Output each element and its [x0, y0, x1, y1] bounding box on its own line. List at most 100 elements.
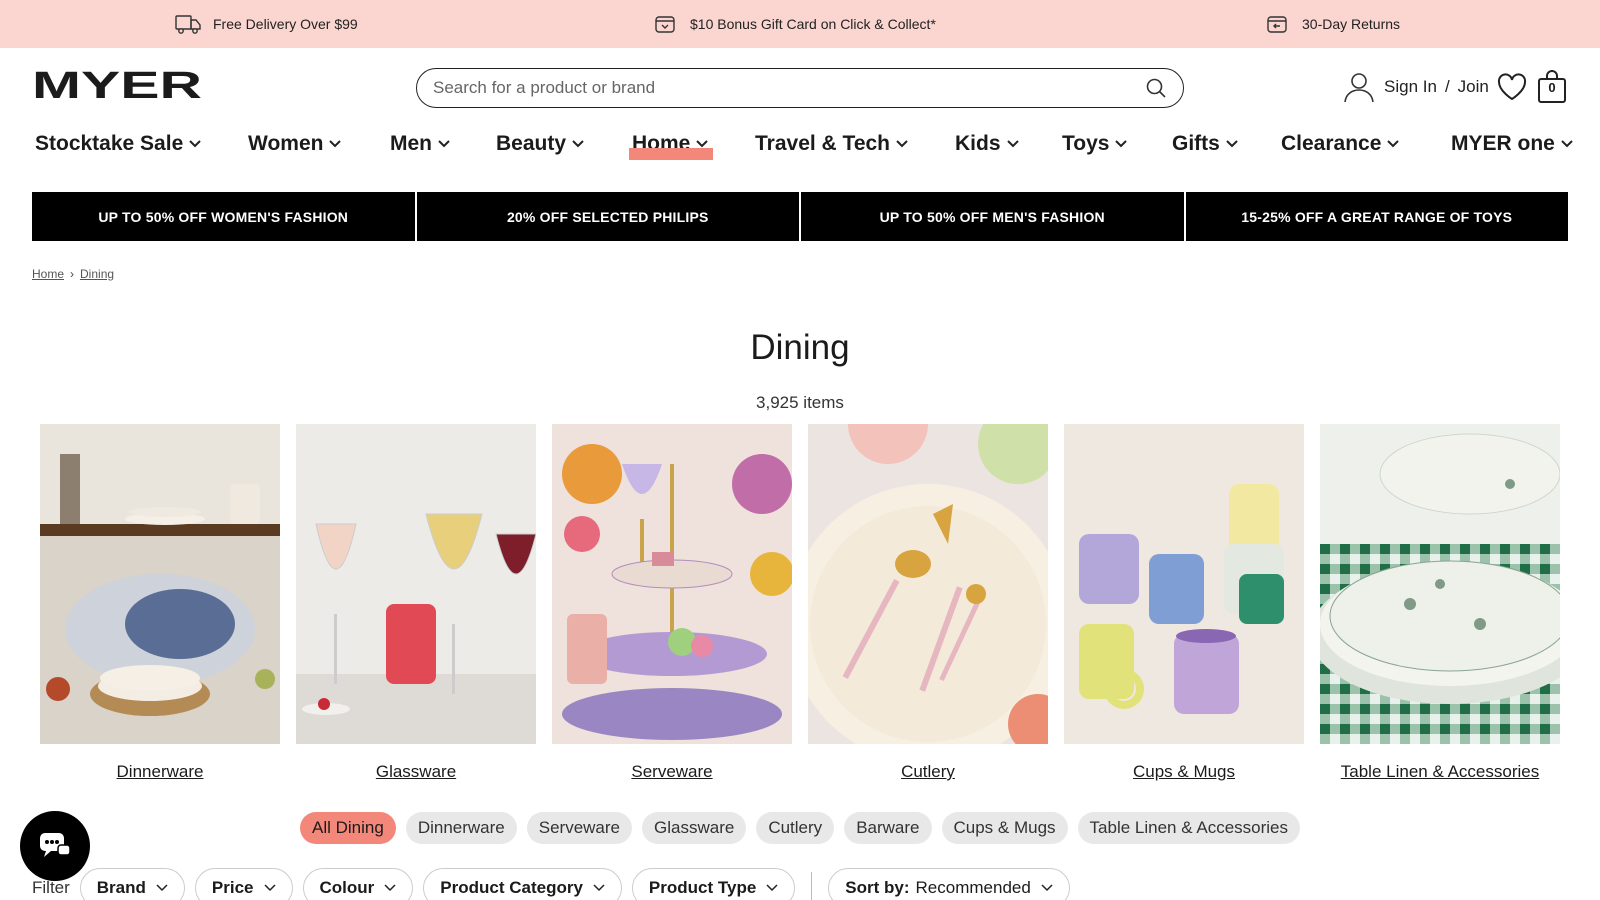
promo-gift-card[interactable]: $10 Bonus Gift Card on Click & Collect* — [652, 0, 936, 48]
truck-icon — [175, 15, 201, 34]
nav-beauty[interactable]: Beauty — [496, 124, 584, 164]
category-image[interactable] — [296, 424, 536, 744]
nav-label: Clearance — [1281, 132, 1382, 155]
filter-button-label: Brand — [96, 878, 146, 897]
filter-brand[interactable]: Brand — [79, 868, 185, 900]
promo-returns[interactable]: 30-Day Returns — [1264, 0, 1400, 48]
serveware-photo — [552, 424, 792, 744]
sign-in-link[interactable]: Sign In — [1384, 77, 1437, 97]
nav-label: Toys — [1062, 132, 1110, 155]
join-link[interactable]: Join — [1458, 77, 1489, 97]
promo-text: $10 Bonus Gift Card on Click & Collect* — [690, 16, 936, 32]
nav-clearance[interactable]: Clearance — [1281, 124, 1400, 164]
heart-icon[interactable] — [1496, 72, 1528, 102]
nav-label: Travel & Tech — [755, 132, 891, 155]
chevron-down-icon — [896, 140, 908, 148]
breadcrumb-home[interactable]: Home — [32, 267, 64, 281]
category-tile-cups-mugs[interactable]: Cups & Mugs — [1064, 424, 1304, 782]
category-image[interactable] — [1064, 424, 1304, 744]
nav-gifts[interactable]: Gifts — [1172, 124, 1238, 164]
chevron-down-icon — [263, 884, 276, 892]
nav-women[interactable]: Women — [248, 124, 342, 164]
nav-kids[interactable]: Kids — [955, 124, 1019, 164]
chat-button[interactable] — [20, 811, 90, 881]
breadcrumb-dining[interactable]: Dining — [80, 267, 114, 281]
filter-label: Filter — [32, 878, 70, 897]
nav-stocktake-sale[interactable]: Stocktake Sale — [35, 124, 201, 164]
category-label[interactable]: Table Linen & Accessories — [1320, 762, 1560, 782]
filter-button-label: Colour — [319, 878, 375, 897]
chip-cutlery[interactable]: Cutlery — [756, 812, 835, 844]
cutlery-photo — [808, 424, 1048, 744]
category-label[interactable]: Glassware — [296, 762, 536, 782]
glassware-photo — [296, 424, 536, 744]
chevron-down-icon — [766, 884, 778, 892]
category-image[interactable] — [808, 424, 1048, 744]
item-count: 3,925 items — [756, 393, 844, 412]
banner-womens-fashion[interactable]: UP TO 50% OFF WOMEN'S FASHION — [32, 192, 415, 241]
chevron-down-icon — [1561, 140, 1573, 148]
nav-men[interactable]: Men — [390, 124, 450, 164]
filter-bar: Filter Brand Price Colour Product Catego… — [32, 868, 1070, 900]
chip-serveware[interactable]: Serveware — [526, 812, 633, 844]
user-icon — [1344, 73, 1374, 103]
sort-dropdown[interactable]: Sort by: Recommended — [828, 868, 1070, 900]
bag-count: 0 — [1548, 80, 1556, 95]
filter-button-label: Product Category — [440, 878, 583, 897]
banner-mens-fashion[interactable]: UP TO 50% OFF MEN'S FASHION — [801, 192, 1184, 241]
subcategory-chips: All Dining Dinnerware Serveware Glasswar… — [0, 812, 1600, 844]
category-tile-serveware[interactable]: Serveware — [552, 424, 792, 782]
chevron-down-icon — [329, 140, 342, 148]
nav-active-indicator — [629, 148, 713, 160]
category-image[interactable] — [1320, 424, 1560, 744]
category-tile-glassware[interactable]: Glassware — [296, 424, 536, 782]
myer-logo[interactable]: MYER — [32, 70, 202, 100]
category-label[interactable]: Dinnerware — [40, 762, 280, 782]
banner-philips[interactable]: 20% OFF SELECTED PHILIPS — [416, 192, 799, 241]
chevron-down-icon — [593, 884, 605, 892]
account-link[interactable]: Sign In / Join — [1342, 70, 1489, 104]
chevron-down-icon — [384, 884, 396, 892]
category-tile-dinnerware[interactable]: Dinnerware — [40, 424, 280, 782]
breadcrumb-separator: › — [70, 267, 75, 281]
search-input[interactable] — [433, 78, 1145, 98]
breadcrumb: Home › Dining — [32, 267, 114, 281]
nav-travel-tech[interactable]: Travel & Tech — [755, 124, 908, 164]
promo-text: 30-Day Returns — [1302, 16, 1401, 32]
filter-colour[interactable]: Colour — [302, 868, 414, 900]
sort-label: Sort by: — [845, 878, 910, 897]
chevron-down-icon — [189, 140, 201, 148]
promo-free-delivery[interactable]: Free Delivery Over $99 — [175, 0, 358, 48]
chip-barware[interactable]: Barware — [844, 812, 932, 844]
sale-banners: UP TO 50% OFF WOMEN'S FASHION 20% OFF SE… — [32, 192, 1568, 241]
chip-all-dining[interactable]: All Dining — [300, 812, 396, 844]
category-image[interactable] — [40, 424, 280, 744]
logo-text: MYER — [32, 70, 202, 100]
filter-price[interactable]: Price — [194, 868, 293, 900]
nav-label: Beauty — [496, 132, 567, 155]
nav-label: Gifts — [1172, 132, 1220, 155]
chip-cups-mugs[interactable]: Cups & Mugs — [941, 812, 1068, 844]
nav-myer-one[interactable]: MYER one — [1451, 124, 1573, 164]
chip-dinnerware[interactable]: Dinnerware — [405, 812, 517, 844]
category-label[interactable]: Cups & Mugs — [1064, 762, 1304, 782]
search-icon[interactable] — [1145, 77, 1167, 99]
chevron-down-icon — [572, 140, 584, 148]
chat-icon — [40, 833, 71, 857]
sort-value: Recommended — [915, 878, 1031, 897]
category-tile-cutlery[interactable]: Cutlery — [808, 424, 1048, 782]
category-image[interactable] — [552, 424, 792, 744]
filter-button-label: Product Type — [648, 878, 757, 897]
chip-table-linen[interactable]: Table Linen & Accessories — [1077, 812, 1300, 844]
search-bar[interactable] — [416, 68, 1184, 108]
nav-toys[interactable]: Toys — [1062, 124, 1128, 164]
category-label[interactable]: Cutlery — [808, 762, 1048, 782]
filter-product-category[interactable]: Product Category — [423, 868, 622, 900]
filter-product-type[interactable]: Product Type — [631, 868, 796, 900]
promo-text: Free Delivery Over $99 — [213, 16, 358, 32]
chip-glassware[interactable]: Glassware — [642, 812, 747, 844]
category-tile-table-linen[interactable]: Table Linen & Accessories — [1320, 424, 1560, 782]
nav-label: Kids — [955, 132, 1001, 155]
banner-toys[interactable]: 15-25% OFF A GREAT RANGE OF TOYS — [1185, 192, 1568, 241]
category-label[interactable]: Serveware — [552, 762, 792, 782]
